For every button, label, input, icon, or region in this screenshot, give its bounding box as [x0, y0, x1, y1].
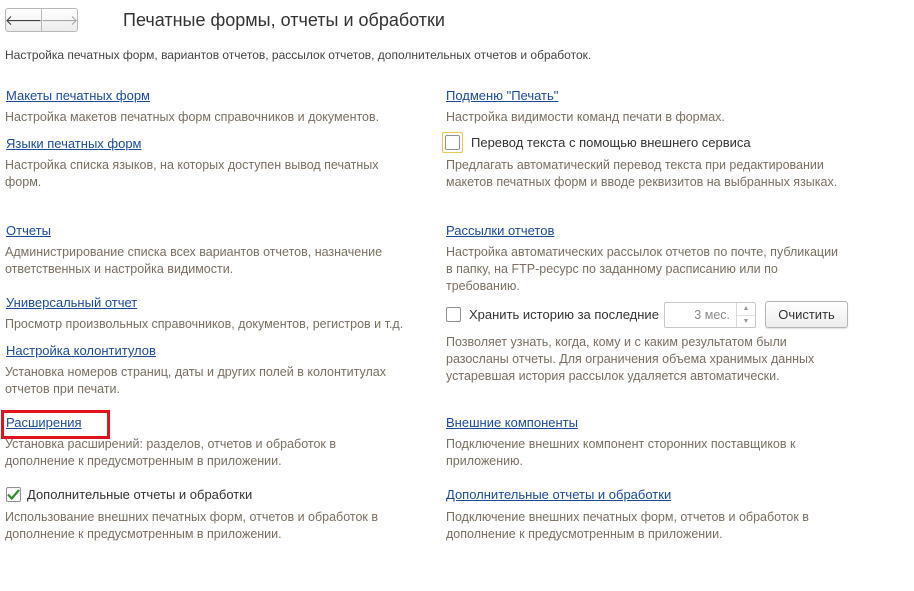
print-languages-link[interactable]: Языки печатных форм — [6, 136, 142, 151]
arrow-right-icon: 🡒 — [40, 11, 79, 28]
external-components-desc: Подключение внешних компонент сторонних … — [446, 437, 796, 468]
stepper-up-icon[interactable]: ▲ — [737, 303, 755, 315]
translation-checkbox[interactable] — [445, 135, 460, 150]
history-checkbox-label: Хранить историю за последние — [469, 307, 659, 322]
translation-checkbox-row[interactable]: Перевод текста с помощью внешнего сервис… — [442, 132, 751, 153]
print-layouts-desc: Настройка макетов печатных форм справочн… — [5, 110, 380, 124]
checkmark-icon — [7, 489, 20, 500]
additional-reports-checkbox-label: Дополнительные отчеты и обработки — [27, 487, 253, 502]
headers-footers-link[interactable]: Настройка колонтитулов — [6, 343, 156, 358]
clear-history-button[interactable]: Очистить — [765, 301, 848, 328]
translation-desc: Предлагать автоматический перевод текста… — [446, 158, 838, 189]
print-layouts-link[interactable]: Макеты печатных форм — [6, 88, 150, 103]
print-languages-desc: Настройка списка языков, на которых дост… — [5, 158, 379, 189]
translation-checkbox-focus — [442, 132, 463, 153]
forward-button[interactable]: 🡒 — [40, 8, 79, 32]
additional-reports-checkbox-row[interactable]: Дополнительные отчеты и обработки — [6, 487, 252, 502]
back-button[interactable]: 🡐 — [5, 8, 42, 32]
reports-link[interactable]: Отчеты — [6, 223, 51, 238]
mailings-desc: Настройка автоматических рассылок отчето… — [446, 245, 839, 293]
history-checkbox[interactable] — [446, 307, 461, 322]
stepper-down-icon[interactable]: ▼ — [737, 314, 755, 328]
additional-reports-checkbox[interactable] — [6, 487, 21, 502]
history-period-field[interactable]: 3 мес. ▲ ▼ — [664, 302, 756, 328]
external-components-link[interactable]: Внешние компоненты — [446, 415, 578, 430]
history-period-stepper[interactable]: ▲ ▼ — [736, 303, 755, 327]
headers-footers-desc: Установка номеров страниц, даты и других… — [5, 365, 386, 396]
history-period-value[interactable]: 3 мес. — [665, 303, 736, 327]
reports-desc: Администрирование списка всех вариантов … — [5, 245, 383, 276]
mailings-link[interactable]: Рассылки отчетов — [446, 223, 554, 238]
print-submenu-desc: Настройка видимости команд печати в форм… — [446, 110, 725, 124]
arrow-left-icon: 🡐 — [4, 11, 43, 28]
history-checkbox-row[interactable]: Хранить историю за последние — [446, 307, 659, 322]
universal-report-link[interactable]: Универсальный отчет — [6, 295, 137, 310]
history-desc: Позволяет узнать, когда, кому и с каким … — [446, 335, 815, 383]
translation-checkbox-label: Перевод текста с помощью внешнего сервис… — [471, 135, 751, 150]
print-submenu-link[interactable]: Подменю "Печать" — [446, 88, 558, 103]
additional-reports-link[interactable]: Дополнительные отчеты и обработки — [446, 487, 671, 502]
navigation-buttons: 🡐 🡒 — [5, 8, 79, 32]
extensions-desc: Установка расширений: разделов, отчетов … — [5, 437, 336, 468]
extensions-link[interactable]: Расширения — [6, 415, 82, 430]
page-subtitle: Настройка печатных форм, вариантов отчет… — [5, 48, 592, 62]
additional-reports-link-desc: Подключение внешних печатных форм, отчет… — [446, 510, 809, 541]
additional-reports-desc: Использование внешних печатных форм, отч… — [5, 510, 379, 541]
page-title: Печатные формы, отчеты и обработки — [123, 10, 445, 30]
universal-report-desc: Просмотр произвольных справочников, доку… — [5, 317, 404, 331]
